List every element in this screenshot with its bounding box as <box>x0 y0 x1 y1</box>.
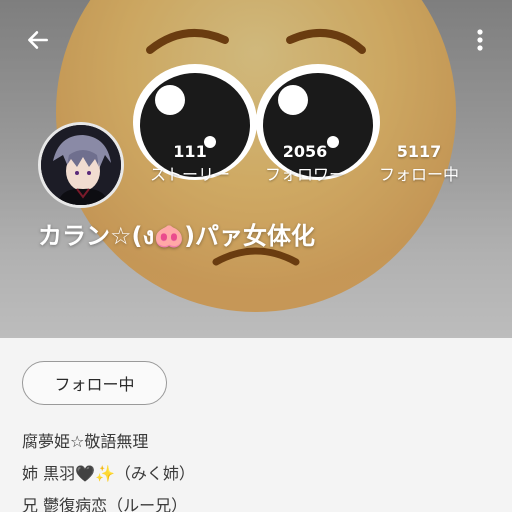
more-vertical-icon <box>477 29 483 51</box>
arrow-left-icon <box>28 31 48 49</box>
profile-bio: 腐夢姫☆敬語無理 姉 黒羽🖤✨（みく姉） 兄 鬱復病恋（ルー兄） <box>22 426 492 512</box>
profile-body: フォロー中 腐夢姫☆敬語無理 姉 黒羽🖤✨（みく姉） 兄 鬱復病恋（ルー兄） <box>0 338 512 512</box>
stat-following-count: 5117 <box>396 142 442 161</box>
following-button[interactable]: フォロー中 <box>22 361 167 405</box>
stat-stories[interactable]: 111 ストーリー <box>135 142 245 188</box>
stat-following[interactable]: 5117 フォロー中 <box>364 142 474 188</box>
avatar-image <box>41 125 121 205</box>
stat-following-label: フォロー中 <box>378 165 459 184</box>
stat-followers-count: 2056 <box>282 142 328 161</box>
stat-followers[interactable]: 2056 フォロワー <box>250 142 360 188</box>
profile-header: 111 ストーリー 2056 フォロワー 5117 フォロー中 カラン☆(ง︎🐽… <box>0 0 512 338</box>
bio-line: 腐夢姫☆敬語無理 <box>22 432 149 451</box>
stat-stories-label: ストーリー <box>149 165 230 184</box>
stat-followers-label: フォロワー <box>264 165 345 184</box>
more-options-button[interactable] <box>466 24 494 56</box>
profile-username: カラン☆(ง︎🐽)パァ女体化 <box>38 222 316 250</box>
avatar[interactable] <box>38 122 124 208</box>
stat-stories-count: 111 <box>173 142 207 161</box>
bio-line: 姉 黒羽🖤✨（みく姉） <box>22 464 195 483</box>
bio-line: 兄 鬱復病恋（ルー兄） <box>22 496 188 512</box>
back-button[interactable] <box>22 24 54 56</box>
